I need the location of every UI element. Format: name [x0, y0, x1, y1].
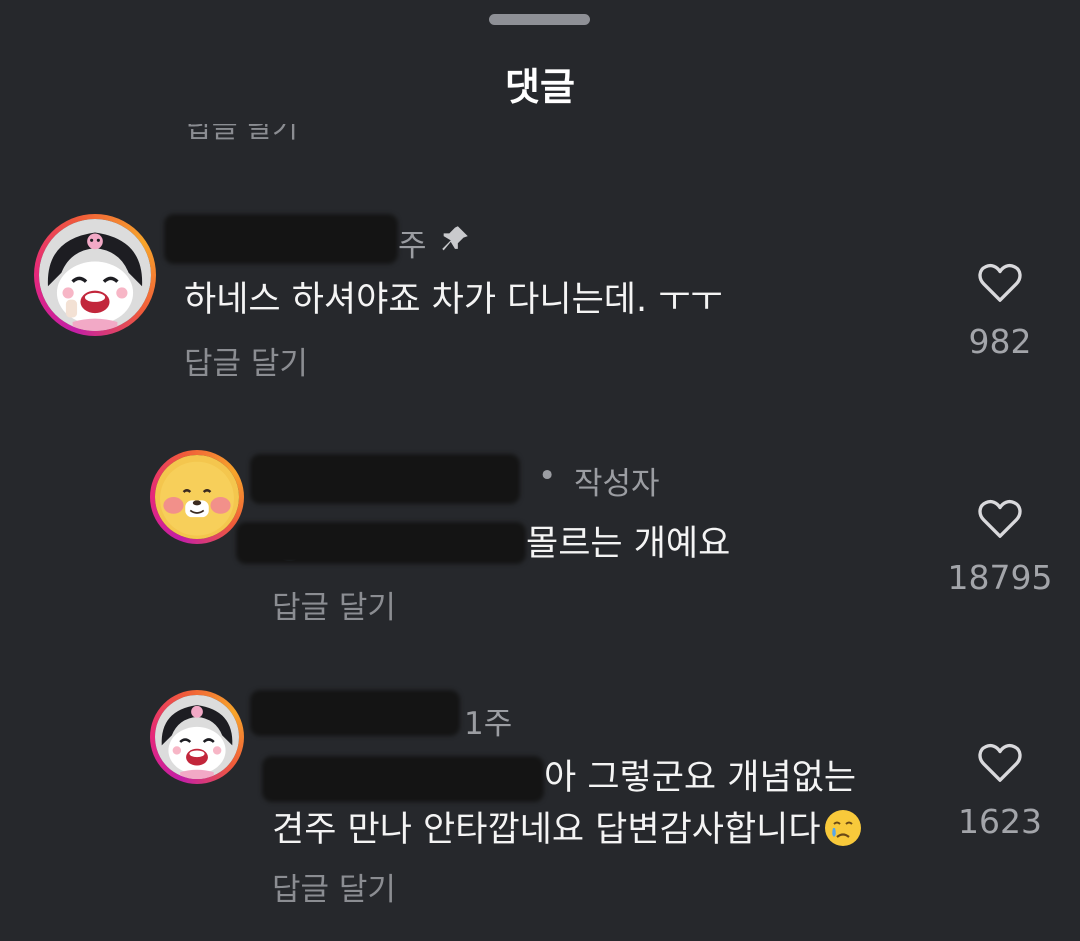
sheet-title: 댓글	[505, 65, 575, 109]
like-button[interactable]: 18795	[940, 498, 1060, 597]
redacted-mention	[262, 756, 544, 802]
pin-icon	[442, 226, 468, 251]
avatar[interactable]	[150, 690, 244, 784]
heart-icon	[978, 499, 1022, 538]
separator-dot: •	[538, 458, 557, 494]
comment-text: 몰르는 개예요	[526, 524, 731, 564]
redacted-username	[164, 214, 398, 264]
comments-sheet: 댓글 답글 달기 주 하네스 하셔야죠 차가 다니는데. ㅜㅜ 답글 달기 98…	[0, 0, 1080, 941]
like-count: 982	[968, 322, 1032, 361]
comment-text-line1: 아 그렇군요 개념없는	[544, 758, 857, 798]
like-count: 18795	[947, 558, 1053, 597]
avatar[interactable]	[34, 214, 156, 336]
redacted-username	[250, 454, 520, 504]
kuromi-avatar-image	[39, 219, 151, 331]
heart-icon	[978, 263, 1022, 302]
crying-face-icon	[824, 810, 861, 846]
comment-text-line2: 견주 만나 안타깝네요 답변감사합니다	[272, 804, 863, 856]
author-badge: 작성자	[574, 466, 660, 502]
comment-time: 1주	[464, 706, 513, 742]
like-button[interactable]: 1623	[940, 742, 1060, 841]
comment-text: 하네스 하셔야죠 차가 다니는데. ㅜㅜ	[184, 280, 723, 320]
reply-button[interactable]: 답글 달기	[272, 864, 396, 909]
heart-icon	[978, 743, 1022, 782]
drag-handle[interactable]	[489, 14, 590, 25]
bear-avatar-image	[155, 455, 239, 539]
reply-button[interactable]: 답글 달기	[272, 582, 396, 627]
redacted-username	[250, 690, 460, 736]
like-button[interactable]: 982	[940, 262, 1060, 361]
scrolled-reply-label: 답글 달기	[186, 124, 298, 142]
comment-text-line2-label: 견주 만나 안타깝네요 답변감사합니다	[272, 810, 821, 850]
redacted-mention	[236, 522, 526, 564]
kuromi-avatar-image	[155, 695, 239, 779]
avatar[interactable]	[150, 450, 244, 544]
comment-time: 주	[398, 228, 427, 264]
scrolled-reply-link[interactable]: 답글 달기	[186, 124, 316, 142]
like-count: 1623	[958, 802, 1042, 841]
reply-button[interactable]: 답글 달기	[184, 338, 308, 383]
